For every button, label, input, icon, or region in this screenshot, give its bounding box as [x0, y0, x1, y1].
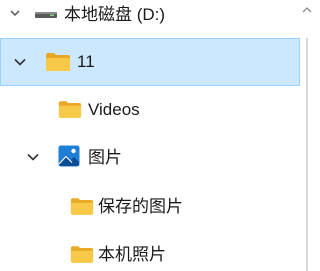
pictures-icon — [58, 145, 80, 167]
tree-item-label: 11 — [77, 52, 95, 71]
drive-icon — [35, 12, 57, 18]
scroll-up-arrow-icon[interactable] — [302, 6, 312, 14]
folder-icon — [46, 53, 70, 71]
navigation-tree: 本地磁盘 (D:) 11 Videos 图片 保存的图片 本机照片 — [0, 0, 316, 271]
tree-item-drive-d[interactable]: 本地磁盘 (D:) — [0, 0, 300, 38]
tree-item-label: 本地磁盘 (D:) — [64, 5, 166, 24]
tree-item-saved-pictures[interactable]: 保存的图片 — [0, 182, 300, 230]
tree-item-pictures[interactable]: 图片 — [0, 134, 300, 182]
scrollbar-track[interactable] — [306, 38, 308, 271]
folder-icon — [70, 246, 94, 263]
tree-item-11[interactable]: 11 — [0, 38, 300, 86]
tree-item-videos[interactable]: Videos — [0, 86, 300, 134]
tree-item-label: 本机照片 — [98, 245, 166, 264]
folder-icon — [70, 198, 94, 215]
folder-icon — [58, 101, 82, 118]
vertical-scrollbar[interactable] — [300, 0, 316, 271]
tree-item-label: Videos — [88, 100, 140, 119]
tree-item-label: 保存的图片 — [98, 197, 183, 216]
chevron-down-icon[interactable] — [8, 6, 22, 20]
chevron-down-icon[interactable] — [13, 55, 27, 69]
chevron-down-icon[interactable] — [26, 150, 40, 164]
tree-item-label: 图片 — [88, 148, 122, 167]
tree-item-camera-roll[interactable]: 本机照片 — [0, 230, 300, 271]
